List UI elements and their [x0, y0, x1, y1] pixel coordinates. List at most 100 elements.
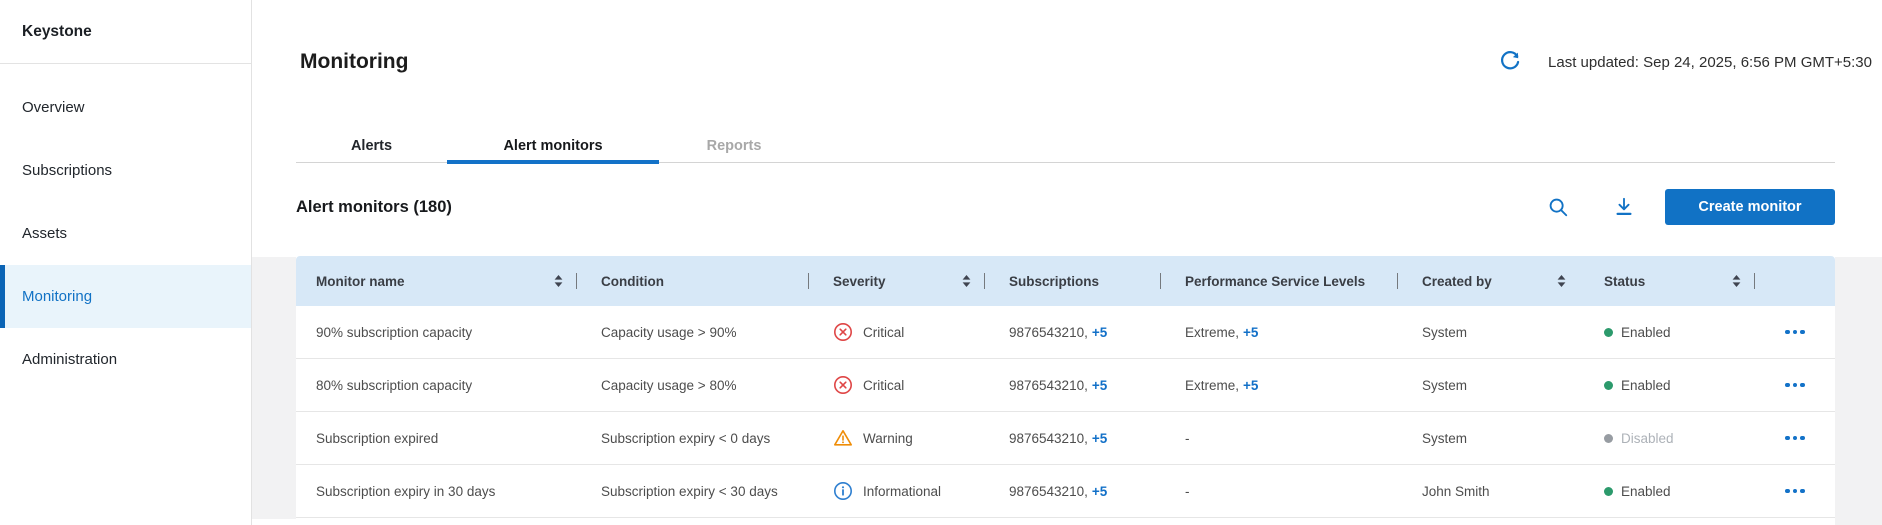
severity-label: Warning: [863, 431, 913, 446]
main-content: Monitoring Last updated: Sep 24, 2025, 6…: [252, 0, 1882, 525]
sidebar-item-overview[interactable]: Overview: [0, 76, 251, 139]
row-actions-button[interactable]: [1779, 324, 1811, 341]
subscriptions-value: 9876543210,: [1009, 431, 1088, 446]
subscriptions-value: 9876543210,: [1009, 484, 1088, 499]
sidebar-item-assets[interactable]: Assets: [0, 202, 251, 265]
tab-bar: Alerts Alert monitors Reports: [296, 130, 1835, 163]
sidebar-item-subscriptions[interactable]: Subscriptions: [0, 139, 251, 202]
sidebar: Keystone Overview Subscriptions Assets M…: [0, 0, 252, 525]
status-disabled-dot: [1604, 434, 1613, 443]
created-by-cell: System: [1398, 359, 1580, 411]
tab-alerts[interactable]: Alerts: [296, 130, 447, 162]
info-icon: [833, 481, 853, 501]
sidebar-nav: Overview Subscriptions Assets Monitoring…: [0, 76, 251, 391]
sort-icon[interactable]: [554, 275, 563, 287]
psl-more-link[interactable]: +5: [1243, 325, 1258, 340]
sort-icon[interactable]: [1557, 275, 1566, 287]
monitor-name-cell: 90% subscription capacity: [296, 306, 577, 358]
status-enabled-dot: [1604, 487, 1613, 496]
sort-icon[interactable]: [1732, 275, 1741, 287]
download-button[interactable]: [1607, 190, 1641, 224]
status-enabled-dot: [1604, 381, 1613, 390]
subscriptions-more-link[interactable]: +5: [1092, 484, 1107, 499]
subscriptions-more-link[interactable]: +5: [1092, 378, 1107, 393]
created-by-cell: John Smith: [1398, 465, 1580, 517]
sort-icon[interactable]: [962, 275, 971, 287]
download-icon: [1613, 196, 1635, 218]
status-cell: Enabled: [1580, 306, 1755, 358]
refresh-icon: [1498, 50, 1522, 74]
column-header-performance-service-levels: Performance Service Levels: [1161, 256, 1398, 306]
right-gutter: [1835, 257, 1882, 525]
page-header: Monitoring Last updated: Sep 24, 2025, 6…: [300, 30, 1872, 94]
app-window: Keystone Overview Subscriptions Assets M…: [0, 0, 1882, 525]
table-row: 80% subscription capacity Capacity usage…: [296, 359, 1835, 412]
condition-cell: Subscription expiry < 0 days: [577, 412, 809, 464]
severity-label: Informational: [863, 484, 941, 499]
row-actions-button[interactable]: [1779, 430, 1811, 447]
left-gutter: [252, 257, 296, 519]
create-monitor-button[interactable]: Create monitor: [1665, 189, 1835, 225]
created-by-cell: System: [1398, 412, 1580, 464]
toolbar-actions: Create monitor: [1541, 189, 1835, 225]
subscriptions-cell: 9876543210, +5: [985, 465, 1161, 517]
column-label: Condition: [601, 274, 664, 289]
column-label: Created by: [1422, 274, 1492, 289]
last-updated-area: Last updated: Sep 24, 2025, 6:56 PM GMT+…: [1494, 46, 1872, 78]
psl-value: Extreme,: [1185, 325, 1239, 340]
severity-label: Critical: [863, 325, 904, 340]
table-row: Subscription expiry in 30 days Subscript…: [296, 465, 1835, 518]
search-icon: [1547, 196, 1569, 218]
status-label: Enabled: [1621, 378, 1671, 393]
psl-value: -: [1185, 484, 1190, 499]
status-enabled-dot: [1604, 328, 1613, 337]
row-actions-button[interactable]: [1779, 483, 1811, 500]
severity-cell: Informational: [809, 465, 985, 517]
column-label: Performance Service Levels: [1185, 274, 1365, 289]
column-header-status[interactable]: Status: [1580, 256, 1755, 306]
performance-service-levels-cell: Extreme, +5: [1161, 359, 1398, 411]
row-actions-button[interactable]: [1779, 377, 1811, 394]
column-header-monitor-name[interactable]: Monitor name: [296, 256, 577, 306]
refresh-button[interactable]: [1494, 46, 1526, 78]
table-heading: Alert monitors (180): [296, 198, 452, 217]
column-header-subscriptions: Subscriptions: [985, 256, 1161, 306]
sidebar-item-administration[interactable]: Administration: [0, 328, 251, 391]
severity-label: Critical: [863, 378, 904, 393]
monitor-name-cell: Subscription expiry in 30 days: [296, 465, 577, 517]
actions-cell: [1755, 359, 1835, 411]
subscriptions-value: 9876543210,: [1009, 378, 1088, 393]
performance-service-levels-cell: Extreme, +5: [1161, 306, 1398, 358]
tab-alert-monitors[interactable]: Alert monitors: [447, 130, 659, 162]
performance-service-levels-cell: -: [1161, 412, 1398, 464]
column-header-severity[interactable]: Severity: [809, 256, 985, 306]
condition-cell: Capacity usage > 80%: [577, 359, 809, 411]
created-by-cell: System: [1398, 306, 1580, 358]
subscriptions-more-link[interactable]: +5: [1092, 325, 1107, 340]
status-label: Enabled: [1621, 484, 1671, 499]
performance-service-levels-cell: -: [1161, 465, 1398, 517]
subscriptions-cell: 9876543210, +5: [985, 359, 1161, 411]
actions-cell: [1755, 465, 1835, 517]
subscriptions-cell: 9876543210, +5: [985, 412, 1161, 464]
psl-more-link[interactable]: +5: [1243, 378, 1258, 393]
subscriptions-more-link[interactable]: +5: [1092, 431, 1107, 446]
actions-cell: [1755, 306, 1835, 358]
critical-icon: [833, 322, 853, 342]
last-updated-text: Last updated: Sep 24, 2025, 6:56 PM GMT+…: [1548, 54, 1872, 71]
condition-cell: Subscription expiry < 30 days: [577, 465, 809, 517]
psl-value: -: [1185, 431, 1190, 446]
psl-value: Extreme,: [1185, 378, 1239, 393]
subscriptions-cell: 9876543210, +5: [985, 306, 1161, 358]
column-label: Subscriptions: [1009, 274, 1099, 289]
tab-reports[interactable]: Reports: [659, 130, 809, 162]
subscriptions-value: 9876543210,: [1009, 325, 1088, 340]
sidebar-item-monitoring[interactable]: Monitoring: [0, 265, 251, 328]
severity-cell: Critical: [809, 306, 985, 358]
status-cell: Disabled: [1580, 412, 1755, 464]
status-label: Disabled: [1621, 431, 1674, 446]
status-cell: Enabled: [1580, 465, 1755, 517]
sidebar-divider: [0, 63, 251, 64]
column-header-created-by[interactable]: Created by: [1398, 256, 1580, 306]
search-button[interactable]: [1541, 190, 1575, 224]
